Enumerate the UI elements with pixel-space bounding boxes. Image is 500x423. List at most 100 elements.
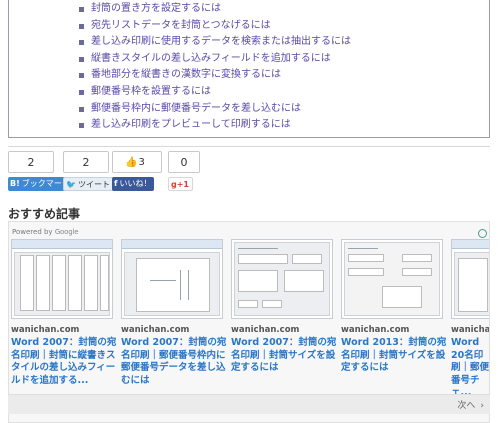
google-logo: Google xyxy=(54,228,79,236)
thumb-field xyxy=(348,268,384,276)
square-bullet-icon xyxy=(79,73,84,79)
related-link[interactable]: 郵便番号枠内に郵便番号データを差し込むには xyxy=(91,103,301,114)
list-item: 縦書きスタイルの差し込みフィールドを追加するには xyxy=(9,51,489,68)
fb-count-value: 3 xyxy=(138,157,145,168)
card-site: wanichan.com xyxy=(341,325,410,335)
list-item: 郵便番号枠を設置するには xyxy=(9,84,489,101)
card-title[interactable]: Word 20名印刷｜郵便番号チェ... xyxy=(451,337,489,400)
thumb-page xyxy=(84,255,98,311)
card-title[interactable]: Word 2007：封筒の宛名印刷｜郵便番号枠内に郵便番号データを差し込むには xyxy=(121,337,227,387)
tweet-button[interactable]: 🐦 ツイート xyxy=(63,177,114,191)
thumb-page xyxy=(100,255,109,311)
twitter-bird-icon: 🐦 xyxy=(66,180,76,189)
related-link[interactable]: 郵便番号枠を設置するには xyxy=(91,86,211,97)
thumb-line xyxy=(348,248,378,249)
thumb-page xyxy=(136,258,210,312)
related-links-box: 封筒の置き方を設定するには 宛先リストデータを封筒とつなげるには 差し込み印刷に… xyxy=(8,0,490,138)
card-site: wanichan.com xyxy=(121,325,190,335)
thumb-page xyxy=(36,255,50,311)
square-bullet-icon xyxy=(79,7,84,12)
section-title: おすすめ記事 xyxy=(8,207,81,221)
powered-by: Powered by Google xyxy=(12,228,79,236)
square-bullet-icon xyxy=(79,89,84,95)
related-link[interactable]: 宛先リストデータを封筒とつなげるには xyxy=(91,20,271,31)
info-icon[interactable] xyxy=(478,229,487,238)
thumb-page xyxy=(20,255,34,311)
tweet-share: 2 xyxy=(63,151,109,173)
thumbs-up-icon: 👍 xyxy=(125,157,138,168)
thumb-line xyxy=(150,280,176,281)
facebook-icon: f xyxy=(114,179,118,188)
carousel-nav-bar: 次へ › xyxy=(8,394,490,414)
card-title[interactable]: Word 2007：封筒の宛名印刷｜封筒サイズを設定するには xyxy=(231,337,337,375)
square-bullet-icon xyxy=(79,123,84,129)
powered-by-text: Powered by xyxy=(12,228,53,236)
thumb-field xyxy=(402,254,432,262)
card-site: wanichan.com xyxy=(11,325,80,335)
article-thumbnail[interactable] xyxy=(121,239,223,319)
thumb-field xyxy=(402,268,432,276)
recommended-card[interactable]: wanichan.com Word 2007：封筒の宛名印刷｜封筒サイズを設定す… xyxy=(231,239,336,375)
thumb-field xyxy=(292,254,322,264)
thumb-field xyxy=(284,270,324,292)
related-link[interactable]: 縦書きスタイルの差し込みフィールドを追加するには xyxy=(91,53,331,64)
square-bullet-icon xyxy=(79,23,84,29)
facebook-like-button[interactable]: f いいね！ xyxy=(112,177,155,191)
square-bullet-icon xyxy=(79,40,84,46)
article-thumbnail[interactable] xyxy=(231,239,333,319)
card-site: wanichan.com xyxy=(231,325,300,335)
thumb-preview xyxy=(382,286,422,308)
recommended-widget: Powered by Google wanichan.com Word 2007… xyxy=(8,221,490,423)
recommended-card[interactable]: wanichan.com Word 2007：封筒の宛名印刷｜封筒に縦書きスタイ… xyxy=(11,239,116,387)
hatena-count: 2 xyxy=(8,151,54,173)
tweet-count: 2 xyxy=(63,151,109,173)
hatena-icon: B! xyxy=(10,179,20,188)
thumb-line xyxy=(238,248,278,249)
next-button[interactable]: 次へ › xyxy=(457,398,484,411)
thumb-line xyxy=(180,270,181,300)
card-title[interactable]: Word 2007：封筒の宛名印刷｜封筒に縦書きスタイルの差し込みフィールドを追… xyxy=(11,337,117,387)
tweet-label: ツイート xyxy=(77,180,110,189)
card-title[interactable]: Word 2013：封筒の宛名印刷｜封筒サイズを設定するには xyxy=(341,337,447,375)
recommended-card[interactable]: wanichan.com Word 20名印刷｜郵便番号チェ... xyxy=(451,239,489,400)
thumb-field xyxy=(238,270,278,292)
recommended-card[interactable]: wanichan.com Word 2013：封筒の宛名印刷｜封筒サイズを設定す… xyxy=(341,239,446,375)
related-link[interactable]: 差し込み印刷をプレビューして印刷するには xyxy=(91,119,291,130)
thumb-page xyxy=(458,258,488,312)
article-thumbnail[interactable] xyxy=(341,239,443,319)
hatena-share: 2 xyxy=(8,151,54,173)
list-item: 封筒の置き方を設定するには xyxy=(9,1,489,18)
recommended-card[interactable]: wanichan.com Word 2007：封筒の宛名印刷｜郵便番号枠内に郵便… xyxy=(121,239,226,387)
list-item: 差し込み印刷に使用するデータを検索または抽出するには xyxy=(9,34,489,51)
gplus-button[interactable]: g+1 xyxy=(168,177,193,191)
card-site: wanichan.com xyxy=(451,325,489,335)
thumb-button xyxy=(262,300,282,308)
related-link[interactable]: 封筒の置き方を設定するには xyxy=(91,3,221,14)
thumb-line xyxy=(188,270,189,300)
thumb-button xyxy=(238,300,258,308)
list-item: 郵便番号枠内に郵便番号データを差し込むには xyxy=(9,101,489,118)
chevron-right-icon: › xyxy=(480,401,484,411)
thumb-field xyxy=(348,254,384,262)
next-label: 次へ xyxy=(457,401,476,411)
thumb-field xyxy=(238,254,288,264)
gplus-share: 0 xyxy=(168,151,214,173)
thumb-page xyxy=(68,255,82,311)
related-link[interactable]: 差し込み印刷に使用するデータを検索または抽出するには xyxy=(91,36,351,47)
article-thumbnail[interactable] xyxy=(451,239,489,319)
article-thumbnail[interactable] xyxy=(11,239,113,319)
thumb-page xyxy=(52,255,66,311)
square-bullet-icon xyxy=(79,56,84,62)
related-links-list: 封筒の置き方を設定するには 宛先リストデータを封筒とつなげるには 差し込み印刷に… xyxy=(9,0,489,134)
ribbon xyxy=(122,240,222,249)
divider xyxy=(8,146,490,147)
ribbon xyxy=(12,240,112,249)
list-item: 宛先リストデータを封筒とつなげるには xyxy=(9,18,489,35)
facebook-like-count: 👍3 xyxy=(112,151,162,173)
square-bullet-icon xyxy=(79,106,84,112)
ribbon xyxy=(452,240,489,249)
gplus-count: 0 xyxy=(168,151,200,173)
fb-label: いいね！ xyxy=(119,179,152,188)
list-item: 差し込み印刷をプレビューして印刷するには xyxy=(9,117,489,134)
related-link[interactable]: 番地部分を縦書きの漢数字に変換するには xyxy=(91,69,281,80)
